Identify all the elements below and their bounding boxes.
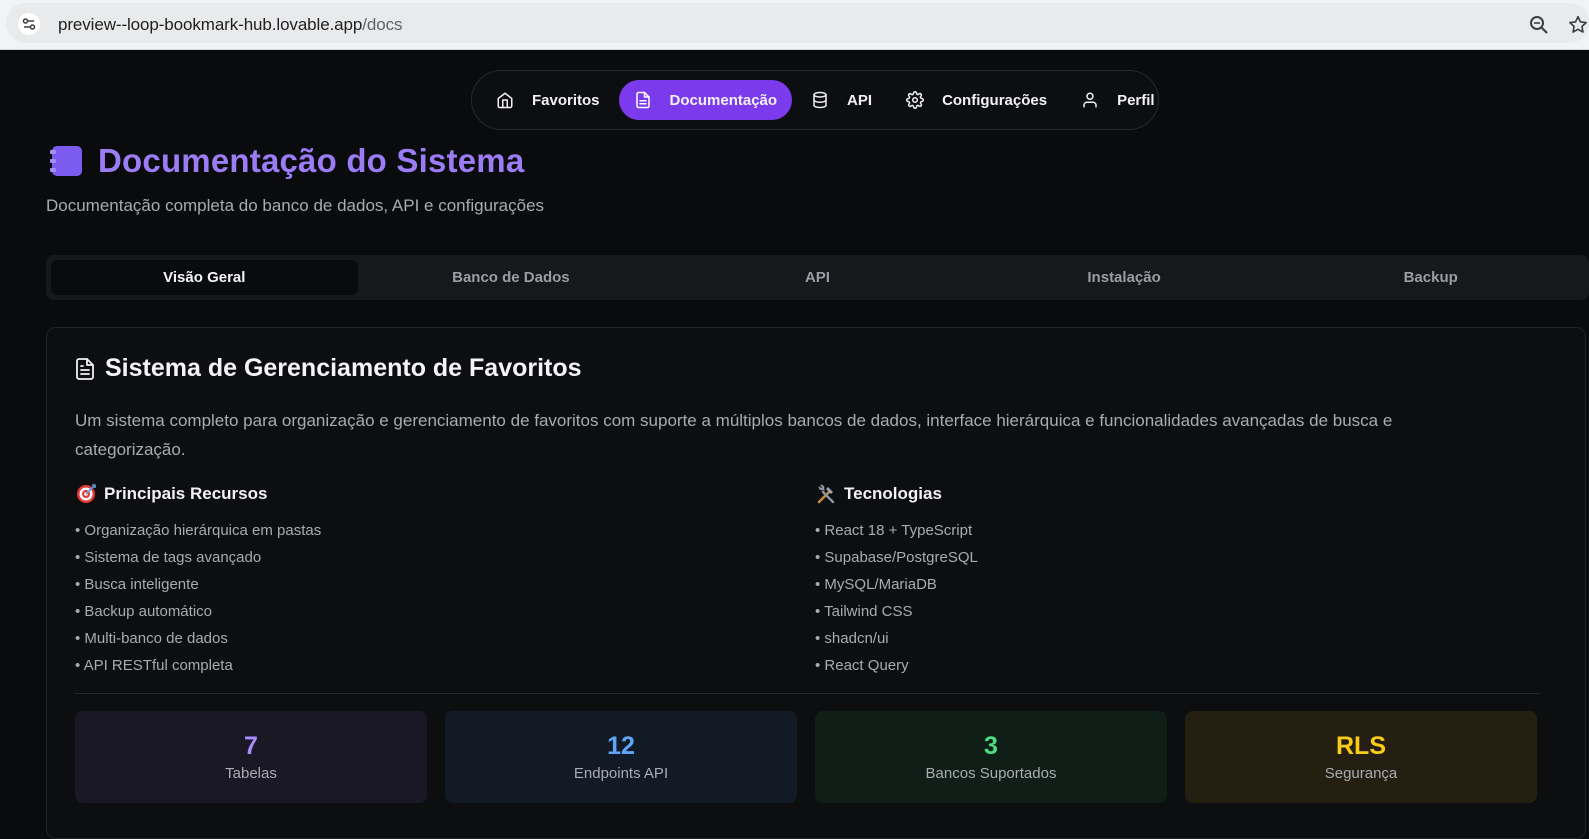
url-path: /docs: [362, 15, 403, 34]
tab-api[interactable]: API: [664, 260, 971, 295]
zoom-icon[interactable]: [1529, 15, 1549, 35]
list-item: • React 18 + TypeScript: [815, 522, 973, 539]
stats-row: 7 Tabelas 12 Endpoints API 3 Bancos Supo…: [75, 711, 1537, 803]
book-icon: [50, 146, 82, 176]
target-icon: [77, 484, 96, 503]
stat-value: 12: [607, 732, 635, 760]
nav-item-configuracoes[interactable]: Configurações: [891, 80, 1062, 120]
nav-item-documentacao[interactable]: Documentação: [618, 80, 793, 120]
technologies-heading-label: Tecnologias: [844, 484, 942, 503]
nav-label-perfil: Perfil: [1117, 91, 1155, 109]
stat-card-bancos: 3 Bancos Suportados: [815, 711, 1167, 803]
stat-label: Endpoints API: [573, 765, 669, 782]
site-settings-icon[interactable]: [18, 13, 40, 35]
stat-label: Bancos Suportados: [925, 765, 1057, 782]
overview-card: Sistema de Gerenciamento de Favoritos Um…: [46, 327, 1586, 839]
card-description: Um sistema completo para organização e g…: [75, 411, 1393, 459]
list-item: • Busca inteligente: [75, 576, 199, 593]
tab-instalacao[interactable]: Instalação: [971, 260, 1278, 295]
page-title: Documentação do Sistema: [98, 142, 525, 179]
user-icon: [1083, 92, 1097, 108]
technologies-column: Tecnologias • React 18 + TypeScript • Su…: [815, 483, 978, 679]
list-item: • API RESTful completa: [75, 657, 233, 674]
features-list: • Organização hierárquica em pastas • Si…: [75, 517, 321, 679]
docs-tabs: Visão Geral Banco de Dados API Instalaçã…: [46, 255, 1589, 300]
file-text-icon: [76, 357, 94, 380]
tools-icon: [817, 484, 835, 504]
list-item: • MySQL/MariaDB: [815, 576, 937, 593]
list-item: • Multi-banco de dados: [75, 630, 228, 647]
address-bar[interactable]: preview--loop-bookmark-hub.lovable.app/d…: [6, 3, 1589, 43]
list-item: • React Query: [815, 657, 909, 674]
list-item: • shadcn/ui: [815, 630, 889, 647]
database-icon: [813, 91, 827, 109]
divider: [75, 693, 1540, 694]
nav-item-api[interactable]: API: [796, 80, 887, 120]
url-host: preview--loop-bookmark-hub.lovable.app: [58, 15, 363, 34]
features-column: Principais Recursos • Organização hierár…: [75, 483, 321, 679]
file-text-icon: [635, 91, 650, 109]
url-text[interactable]: preview--loop-bookmark-hub.lovable.app/d…: [58, 15, 403, 35]
nav-item-favoritos[interactable]: Favoritos: [481, 80, 615, 120]
stat-label: Segurança: [1324, 765, 1398, 782]
main-nav: Favoritos Documentação API Configurações…: [471, 70, 1159, 130]
card-title: Sistema de Gerenciamento de Favoritos: [105, 354, 582, 382]
browser-toolbar: preview--loop-bookmark-hub.lovable.app/d…: [0, 0, 1589, 50]
nav-label-documentacao: Documentação: [669, 91, 778, 109]
features-heading: Principais Recursos: [75, 483, 321, 505]
list-item: • Sistema de tags avançado: [75, 549, 262, 566]
features-heading-label: Principais Recursos: [104, 484, 268, 503]
stat-card-tabelas: 7 Tabelas: [75, 711, 427, 803]
nav-label-configuracoes: Configurações: [942, 91, 1048, 109]
list-item: • Backup automático: [75, 603, 212, 620]
page-subtitle: Documentação completa do banco de dados,…: [46, 196, 545, 215]
home-icon: [497, 92, 513, 109]
tab-banco-de-dados[interactable]: Banco de Dados: [358, 260, 665, 295]
bookmark-star-icon[interactable]: [1567, 14, 1589, 36]
stat-label: Tabelas: [225, 765, 277, 782]
list-item: • Supabase/PostgreSQL: [815, 549, 978, 566]
technologies-list: • React 18 + TypeScript • Supabase/Postg…: [815, 517, 978, 679]
nav-item-perfil[interactable]: Perfil: [1066, 80, 1170, 120]
tab-visao-geral[interactable]: Visão Geral: [51, 260, 358, 295]
stat-value: 3: [984, 732, 998, 760]
gear-icon: [906, 91, 924, 109]
page-header: Documentação do Sistema: [48, 142, 524, 180]
stat-card-endpoints: 12 Endpoints API: [445, 711, 797, 803]
stat-card-seguranca: RLS Segurança: [1185, 711, 1537, 803]
technologies-heading: Tecnologias: [815, 483, 978, 505]
tab-backup[interactable]: Backup: [1277, 260, 1584, 295]
stat-value: 7: [244, 732, 258, 760]
list-item: • Organização hierárquica em pastas: [75, 522, 322, 539]
nav-label-api: API: [847, 91, 873, 109]
list-item: • Tailwind CSS: [815, 603, 913, 620]
stat-value: RLS: [1336, 732, 1386, 760]
card-header: Sistema de Gerenciamento de Favoritos: [75, 354, 582, 383]
nav-label-favoritos: Favoritos: [532, 91, 600, 109]
